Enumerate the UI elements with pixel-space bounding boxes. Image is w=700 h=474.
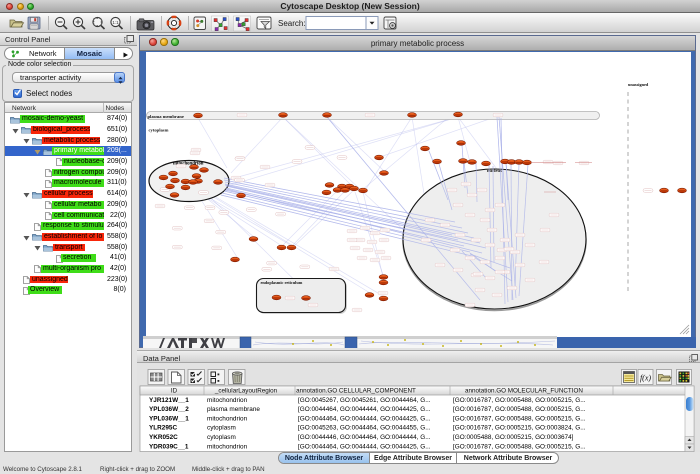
svg-text:cytoplasm: cytoplasm [207,434,236,441]
svg-text:[GO:0016787, GO:0005488, GO:00: [GO:0016787, GO:0005488, GO:0005215, G..… [453,397,586,404]
svg-text:mitochondrion: mitochondrion [207,397,248,404]
svg-text:mitochondrion: mitochondrion [207,443,248,450]
svg-text:[GO:0016787, GO:0005488, GO:00: [GO:0016787, GO:0005488, GO:0005215, G..… [453,443,586,450]
svg-text:cytoplasm: cytoplasm [149,127,169,132]
svg-text:YJR121W__1: YJR121W__1 [149,397,189,404]
svg-text:annotation.GO MOLECULAR_FUNCTI: annotation.GO MOLECULAR_FUNCTION [465,388,583,395]
svg-text:[GO:0044464, GO:0044444, GO:00: [GO:0044464, GO:0044444, GO:0044425, G..… [298,406,431,413]
svg-text:[GO:0045267, GO:0045261, GO:00: [GO:0045267, GO:0045261, GO:0044464, G..… [298,397,431,404]
svg-text:[GO:0016787, GO:0005215, GO:00: [GO:0016787, GO:0005215, GO:0003824, G..… [453,425,586,432]
svg-text:YLR295C: YLR295C [149,425,177,432]
svg-text:cytoplasm: cytoplasm [207,425,236,432]
svg-text:YPL036W__2: YPL036W__2 [149,406,189,413]
svg-text:mitochondrion: mitochondrion [207,415,248,422]
svg-text:[GO:0044464, GO:0044444, GO:00: [GO:0044464, GO:0044444, GO:0044425, G..… [298,443,431,450]
svg-text:endoplasmic reticulum: endoplasmic reticulum [261,280,303,285]
svg-text:f(x): f(x) [640,374,651,383]
svg-text:[GO:0016787, GO:0005488, GO:00: [GO:0016787, GO:0005488, GO:0005215, G..… [453,406,586,413]
svg-text:YKR052C: YKR052C [149,434,178,441]
svg-text:unassigned: unassigned [628,82,649,87]
svg-text:[GO:0005488, GO:0005215, GO:00: [GO:0005488, GO:0005215, GO:0003674] [453,434,574,441]
svg-text:[GO:0044446, GO:0044464, GO:00: [GO:0044446, GO:0044464, GO:0044444, G..… [298,434,431,441]
svg-text:YPL036W__1: YPL036W__1 [149,415,189,422]
svg-text:annotation.GO CELLULAR_COMPONE: annotation.GO CELLULAR_COMPONENT [296,388,416,395]
svg-text:[GO:0045263, GO:0044464, GO:00: [GO:0045263, GO:0044464, GO:0044455, G..… [298,425,431,432]
svg-text:_cellularLayoutRegion: _cellularLayoutRegion [214,388,278,395]
svg-text:ID: ID [171,388,178,395]
svg-text:[GO:0044464, GO:0044444, GO:00: [GO:0044464, GO:0044444, GO:0044425, G..… [298,415,431,422]
svg-text:Search:: Search: [278,19,306,28]
svg-text:1:1: 1:1 [112,20,119,25]
svg-text:plasma membrane: plasma membrane [207,406,260,413]
svg-text:YDR039C__1: YDR039C__1 [149,443,189,450]
svg-text:plasma membrane: plasma membrane [148,113,184,118]
svg-text:[GO:0016787, GO:0005488, GO:00: [GO:0016787, GO:0005488, GO:0005215, G..… [453,415,586,422]
